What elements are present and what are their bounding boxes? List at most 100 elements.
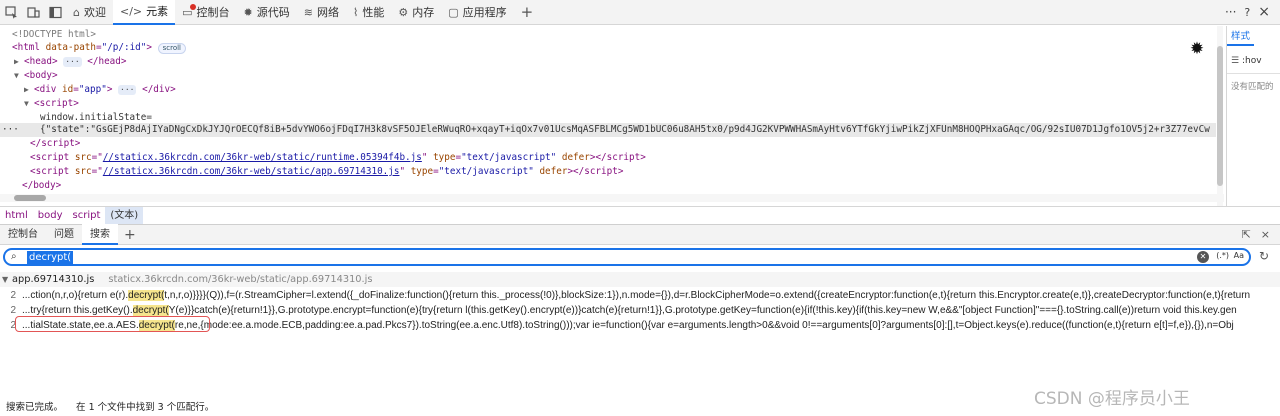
- close-icon[interactable]: ×: [1258, 4, 1270, 20]
- result-match: decrypt(: [128, 290, 165, 301]
- status-summary: 在 1 个文件中找到 3 个匹配行。: [76, 402, 215, 413]
- breadcrumb-script[interactable]: script: [68, 207, 106, 224]
- performance-icon: ⌇: [352, 5, 359, 19]
- collapse-triangle-icon[interactable]: ▼: [14, 69, 24, 83]
- breadcrumb-html[interactable]: html: [0, 207, 33, 224]
- div-app-node[interactable]: ▶ <div id="app"> ··· </div>: [24, 83, 176, 97]
- accessibility-icon[interactable]: ✹: [1186, 38, 1208, 60]
- html-node[interactable]: <html data-path="/p/:id"> scroll: [12, 41, 186, 55]
- script-tag: script: [35, 152, 70, 163]
- tab-elements[interactable]: </> 元素: [112, 0, 176, 25]
- add-tab-button[interactable]: +: [514, 0, 541, 25]
- tab-welcome[interactable]: ⌂ 欢迎: [66, 0, 113, 25]
- expand-triangle-icon[interactable]: ▶: [14, 55, 24, 69]
- expand-triangle-icon[interactable]: ▶: [24, 83, 34, 97]
- collapse-triangle-icon[interactable]: ▼: [24, 97, 34, 111]
- breadcrumb-body[interactable]: body: [33, 207, 68, 224]
- more-options-icon[interactable]: ···: [0, 123, 40, 137]
- result-suffix: re,ne,{mode:ee.a.mode.ECB,padding:ee.a.p…: [174, 320, 1234, 331]
- tab-console[interactable]: ▭ 控制台: [175, 0, 236, 25]
- line-number: 2: [10, 320, 16, 331]
- drawer-tabbar: 控制台 问题 搜索 + ⇱ ×: [0, 224, 1280, 245]
- tab-label: 网络: [316, 6, 339, 19]
- script-close-tag: script: [606, 152, 641, 163]
- type-attr-value: "text/javascript": [461, 152, 557, 163]
- drawer-tab-issues[interactable]: 问题: [46, 224, 82, 245]
- clear-search-icon[interactable]: ✕: [1197, 251, 1209, 263]
- script-close-node[interactable]: </script>: [30, 137, 80, 151]
- dock-icon[interactable]: ⇱: [1242, 228, 1251, 241]
- script-app-node[interactable]: <script src="//staticx.36krcdn.com/36kr-…: [30, 165, 623, 179]
- app-script-link[interactable]: //staticx.36krcdn.com/36kr-web/static/ap…: [103, 166, 400, 177]
- body-close-node[interactable]: </body>: [22, 179, 61, 193]
- scroll-badge[interactable]: scroll: [157, 43, 186, 54]
- head-node[interactable]: ▶ <head> ··· </head>: [14, 55, 126, 69]
- tab-application[interactable]: ▢ 应用程序: [441, 0, 513, 25]
- breadcrumb-text[interactable]: (文本): [105, 206, 144, 224]
- script-node[interactable]: ▼ <script>: [24, 97, 79, 111]
- tab-performance[interactable]: ⌇ 性能: [346, 0, 391, 25]
- window-initialstate-text: window.initialState=: [40, 112, 152, 123]
- div-attr-value: "app": [78, 84, 107, 95]
- selected-text-node[interactable]: ··· {"state":"GsGEjP8dAjIYaDNgCxDkJYJQrOE…: [0, 123, 1216, 137]
- drawer-tab-console[interactable]: 控制台: [0, 224, 46, 245]
- collapse-triangle-icon[interactable]: ▼: [2, 272, 12, 287]
- styles-pane: 样式 ☰ :hov 没有匹配的: [1226, 26, 1280, 206]
- result-line[interactable]: 2 ...try{return this.getKey().decrypt(Y(e…: [0, 303, 1280, 318]
- result-prefix: ...ction(n,r,o){return e(r).: [22, 290, 129, 301]
- device-toolbar-icon[interactable]: [22, 1, 44, 23]
- console-icon: ▭: [182, 3, 196, 19]
- result-match: decrypt(: [132, 305, 169, 316]
- html-attr-value: "/p/:id": [101, 42, 147, 53]
- tab-styles[interactable]: 样式: [1227, 26, 1255, 46]
- match-case-toggle[interactable]: Aa: [1234, 251, 1244, 260]
- panel-layout-icon[interactable]: [44, 1, 66, 23]
- src-attr: src: [74, 152, 92, 163]
- search-query[interactable]: decrypt(: [27, 251, 74, 264]
- status-done: 搜索已完成。: [6, 402, 64, 413]
- memory-icon: ⚙: [398, 5, 409, 19]
- elements-vertical-scrollbar[interactable]: [1217, 26, 1223, 216]
- wifi-icon: ≋: [303, 5, 313, 19]
- breadcrumb: html body script (文本): [0, 206, 1280, 224]
- drawer-tab-search[interactable]: 搜索: [82, 224, 118, 245]
- add-drawer-tab-button[interactable]: +: [118, 227, 142, 243]
- refresh-icon[interactable]: ↻: [1259, 249, 1269, 263]
- bug-icon: ✹: [243, 5, 253, 19]
- code-icon: </>: [119, 4, 143, 18]
- close-drawer-icon[interactable]: ×: [1261, 228, 1270, 241]
- help-icon[interactable]: ?: [1244, 6, 1250, 19]
- result-line[interactable]: 2 ...ction(n,r,o){return e(r).decrypt(t,n…: [0, 288, 1280, 303]
- tab-sources[interactable]: ✹ 源代码: [237, 0, 297, 25]
- tab-memory[interactable]: ⚙ 内存: [391, 0, 441, 25]
- inspect-icon[interactable]: [0, 1, 22, 23]
- doctype-node[interactable]: <!DOCTYPE html>: [12, 28, 96, 42]
- scrollbar-thumb[interactable]: [1217, 46, 1223, 186]
- styles-filter[interactable]: ☰ :hov: [1231, 56, 1262, 66]
- tab-network[interactable]: ≋ 网络: [297, 0, 346, 25]
- plus-icon: +: [520, 3, 534, 21]
- regex-toggle[interactable]: (.*): [1216, 251, 1229, 260]
- collapsed-content-icon[interactable]: ···: [118, 85, 137, 95]
- script-runtime-node[interactable]: <script src="//staticx.36krcdn.com/36kr-…: [30, 151, 646, 165]
- result-file-header[interactable]: ▼ app.69714310.js staticx.36krcdn.com/36kr…: [0, 272, 1280, 287]
- state-text: {"state":"GsGEjP8dAjIYaDNgCxDkJYJQrOECQf…: [40, 124, 1210, 135]
- result-line[interactable]: 2 ...tialState.state,ee.a.AES.decrypt(re,…: [0, 318, 1280, 333]
- elements-horizontal-scrollbar[interactable]: [0, 194, 1224, 202]
- body-close-tag: body: [33, 180, 56, 191]
- runtime-script-link[interactable]: //staticx.36krcdn.com/36kr-web/static/ru…: [103, 152, 422, 163]
- no-matching-styles: 没有匹配的: [1231, 82, 1274, 92]
- body-node[interactable]: ▼ <body>: [14, 69, 58, 83]
- hover-state-toggle[interactable]: :hov: [1242, 56, 1262, 66]
- type-attr-value: "text/javascript": [438, 166, 534, 177]
- div-attr: id: [62, 84, 74, 95]
- search-input[interactable]: ⌕ decrypt( ✕ (.*) Aa: [3, 248, 1251, 266]
- devtools-tabbar: ⌂ 欢迎 </> 元素 ▭ 控制台 ✹ 源代码 ≋ 网络 ⌇ 性能 ⚙ 内存 ▢…: [0, 0, 1280, 25]
- collapsed-content-icon[interactable]: ···: [63, 57, 82, 67]
- more-icon[interactable]: ···: [1225, 5, 1236, 19]
- result-suffix: t,n,r,o)}}}}(Q)),f=(r.StreamCipher=l.ext…: [164, 290, 1251, 301]
- result-suffix: Y(e)}}catch(e){return!1}},G.prototype.en…: [168, 305, 1237, 316]
- scrollbar-thumb[interactable]: [14, 195, 46, 201]
- html-attr: data-path: [45, 42, 96, 53]
- defer-attr: defer: [561, 152, 590, 163]
